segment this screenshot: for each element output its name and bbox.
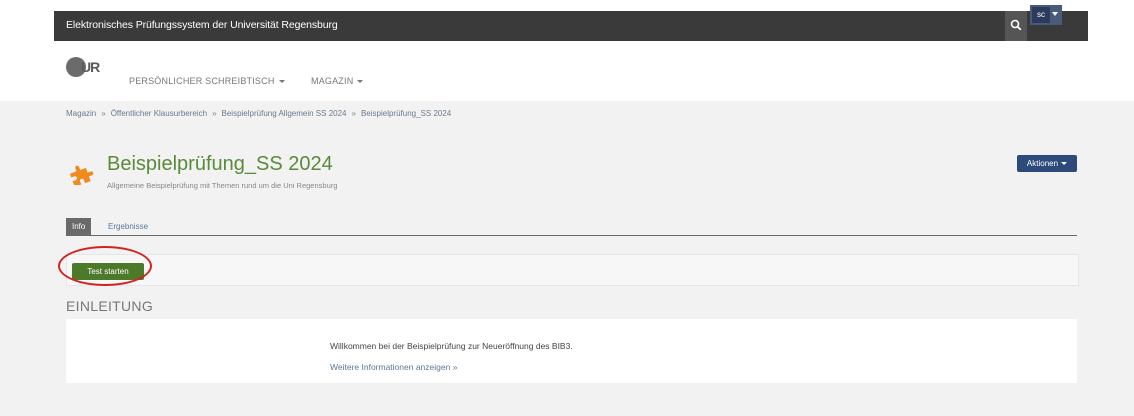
app-title[interactable]: Elektronisches Prüfungssystem der Univer… — [66, 19, 338, 31]
top-bar: Elektronisches Prüfungssystem der Univer… — [54, 11, 1088, 41]
tab-ergebnisse[interactable]: Ergebnisse — [102, 218, 154, 235]
university-logo[interactable]: UR — [66, 57, 110, 77]
test-toolbar: Test starten — [66, 254, 1079, 286]
actions-button[interactable]: Aktionen — [1017, 155, 1077, 172]
nav-item-magazin[interactable]: MAGAZIN — [311, 76, 364, 86]
intro-text: Willkommen bei der Beispielprüfung zur N… — [330, 341, 573, 351]
breadcrumb-separator: » — [351, 109, 356, 118]
breadcrumb-item[interactable]: Öffentlicher Klausurbereich — [111, 109, 207, 118]
tab-info[interactable]: Info — [66, 218, 92, 235]
avatar: sc — [1032, 7, 1050, 23]
search-icon — [1010, 19, 1022, 31]
intro-panel: Willkommen bei der Beispielprüfung zur N… — [66, 319, 1077, 383]
puzzle-icon — [69, 165, 94, 185]
page-title: Beispielprüfung_SS 2024 — [107, 153, 333, 175]
breadcrumb: Magazin » Öffentlicher Klausurbereich » Beis… — [66, 109, 451, 118]
page-description: Allgemeine Beispielprüfung mit Themen ru… — [107, 181, 338, 190]
chevron-down-icon — [278, 80, 285, 84]
breadcrumb-item[interactable]: Beispielprüfung Allgemein SS 2024 — [222, 109, 347, 118]
nav-item-label: PERSÖNLICHER SCHREIBTISCH — [129, 76, 275, 86]
main-content: Magazin » Öffentlicher Klausurbereich » Beis… — [0, 101, 1134, 416]
user-menu[interactable]: sc — [1030, 5, 1062, 25]
actions-label: Aktionen — [1026, 159, 1059, 168]
chevron-down-icon — [357, 80, 364, 84]
tab-bar: Info Ergebnisse — [66, 215, 1077, 236]
breadcrumb-separator: » — [212, 109, 217, 118]
section-title: EINLEITUNG — [66, 298, 154, 314]
breadcrumb-separator: » — [101, 109, 106, 118]
more-info-link[interactable]: Weitere Informationen anzeigen » — [330, 362, 457, 372]
chevron-down-icon — [1052, 12, 1058, 16]
nav-item-schreibtisch[interactable]: PERSÖNLICHER SCHREIBTISCH — [129, 76, 285, 86]
search-button[interactable] — [1005, 11, 1027, 41]
nav-item-label: MAGAZIN — [311, 76, 354, 86]
main-navbar: UR PERSÖNLICHER SCHREIBTISCH MAGAZIN — [54, 41, 1088, 101]
logo-text: UR — [81, 59, 100, 75]
breadcrumb-item[interactable]: Magazin — [66, 109, 96, 118]
breadcrumb-item[interactable]: Beispielprüfung_SS 2024 — [361, 109, 451, 118]
chevron-down-icon — [1061, 162, 1068, 166]
highlight-annotation — [58, 246, 152, 286]
